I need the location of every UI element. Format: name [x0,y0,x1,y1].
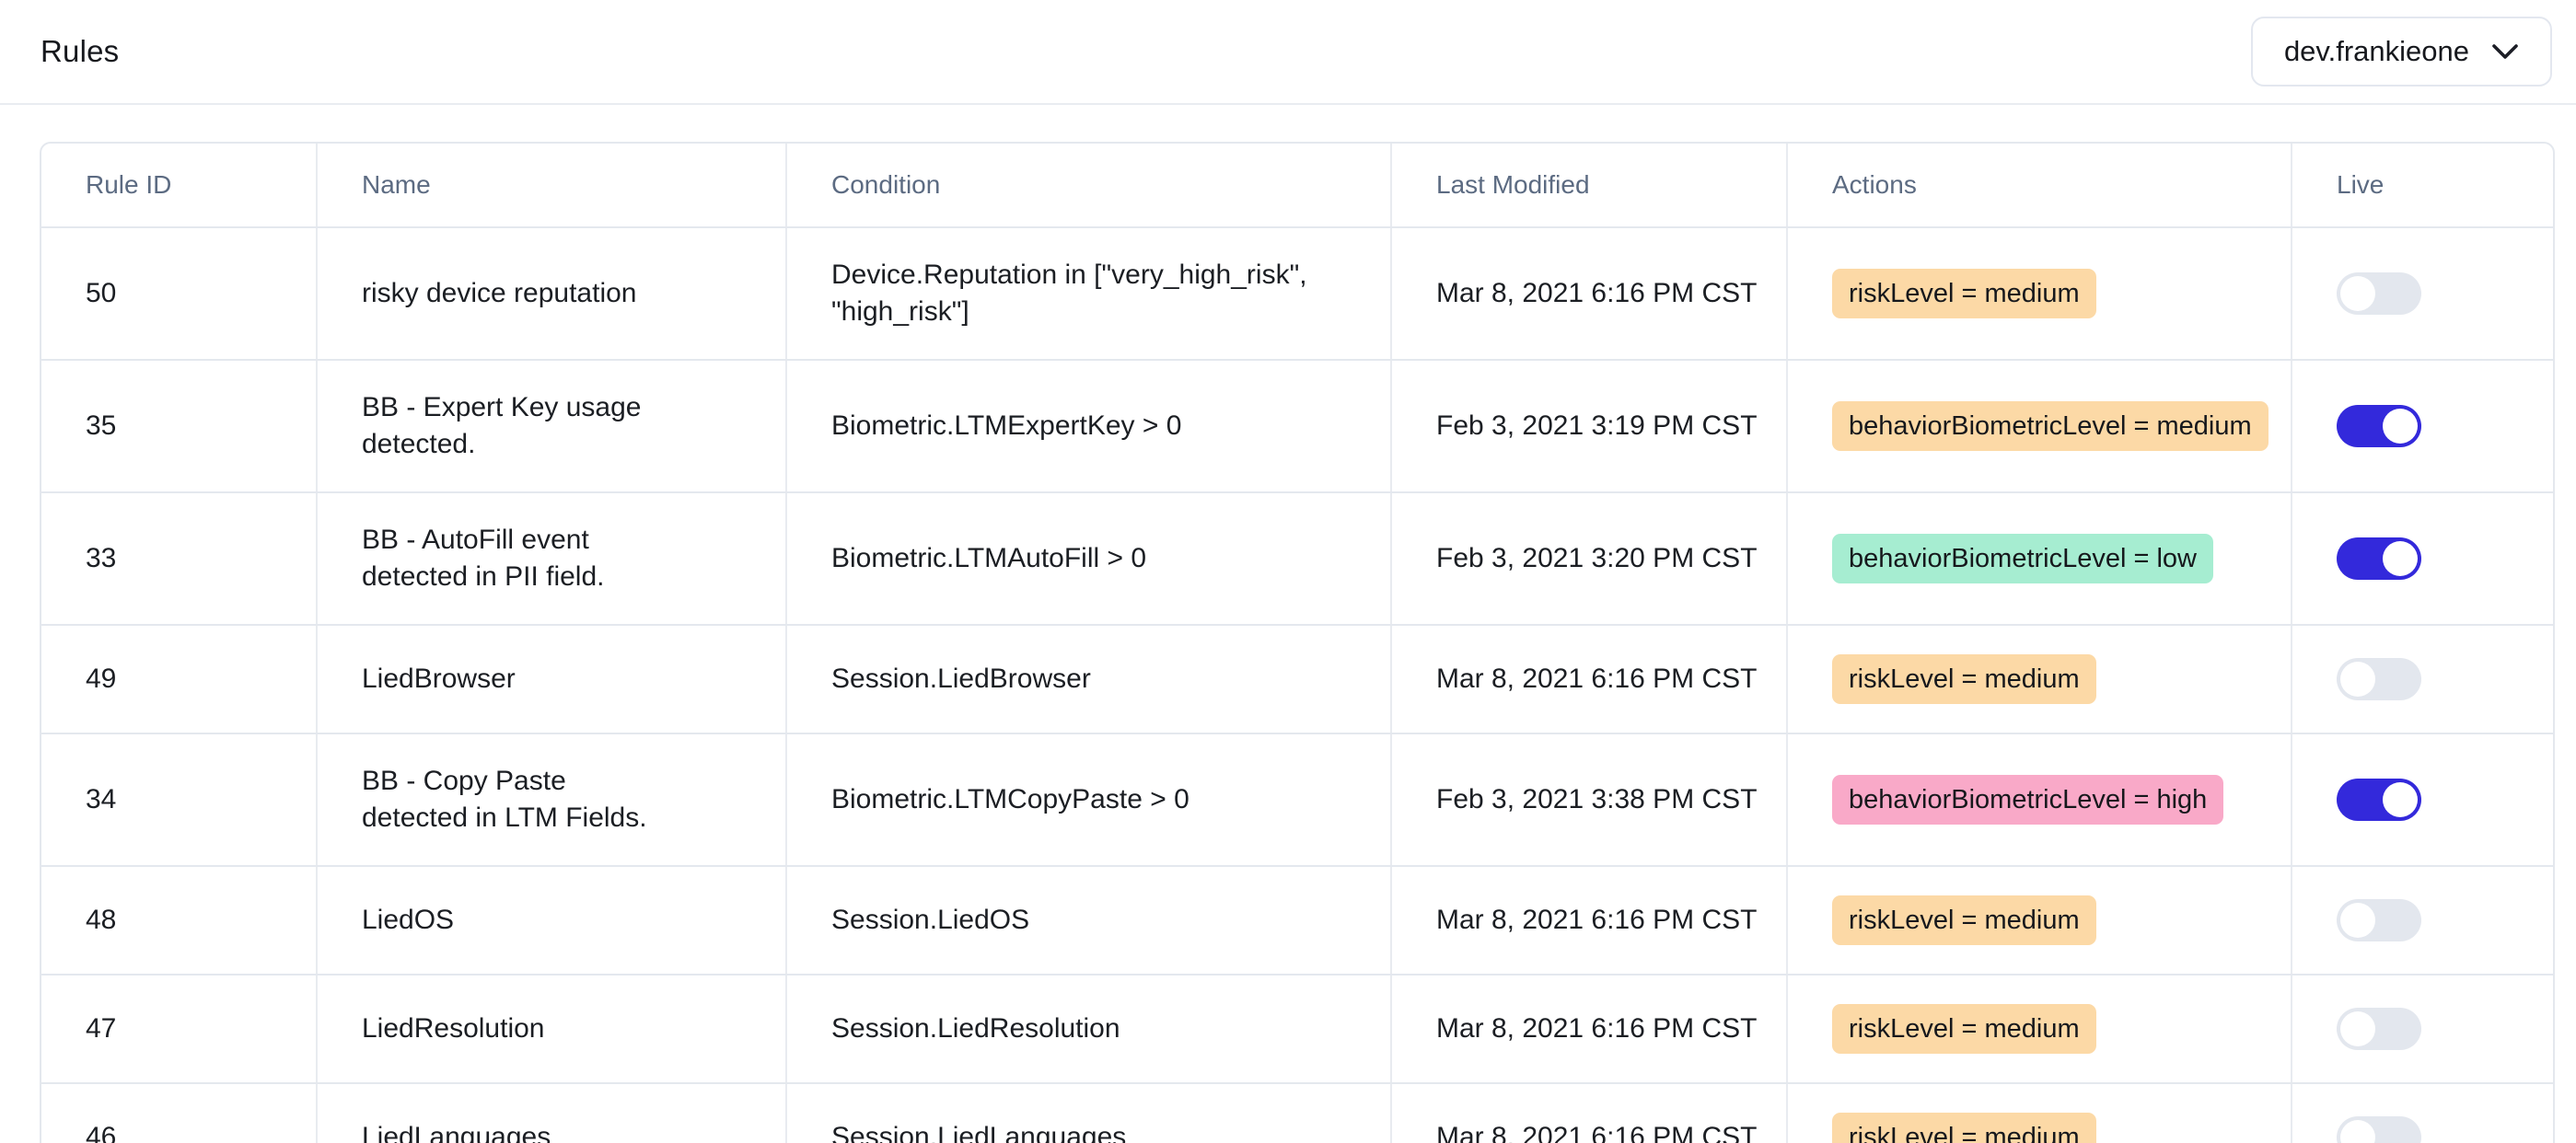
rule-id-cell: 48 [41,867,318,974]
rule-last-modified-cell: Feb 3, 2021 3:20 PM CST [1392,493,1788,624]
rule-id-cell: 46 [41,1084,318,1143]
rule-id-cell: 33 [41,493,318,624]
chevron-down-icon [2491,43,2519,60]
rule-actions-cell: riskLevel = medium [1788,867,2292,974]
rule-last-modified-cell: Feb 3, 2021 3:38 PM CST [1392,734,1788,865]
rule-id-cell: 49 [41,626,318,733]
live-toggle[interactable] [2337,537,2421,580]
rule-condition-cell: Device.Reputation in ["very_high_risk", … [787,228,1392,359]
rule-name-cell: LiedBrowser [318,626,787,733]
rule-condition-cell: Session.LiedOS [787,867,1392,974]
rule-name-cell: BB - Expert Key usage detected. [318,361,787,491]
rule-name-cell: LiedResolution [318,976,787,1082]
column-header-last-modified: Last Modified [1392,144,1788,226]
rule-id-cell: 50 [41,228,318,359]
rule-condition-cell: Biometric.LTMAutoFill > 0 [787,493,1392,624]
live-toggle[interactable] [2337,1116,2421,1143]
rule-name-cell: BB - Copy Paste detected in LTM Fields. [318,734,787,865]
table-row: 33 BB - AutoFill event detected in PII f… [41,493,2553,626]
live-toggle[interactable] [2337,899,2421,941]
rule-condition-cell: Biometric.LTMExpertKey > 0 [787,361,1392,491]
live-toggle[interactable] [2337,1008,2421,1050]
table-row: 47 LiedResolution Session.LiedResolution… [41,976,2553,1084]
action-badge: riskLevel = medium [1832,1004,2096,1054]
environment-selector-label: dev.frankieone [2284,35,2469,68]
toggle-knob [2340,903,2375,938]
column-header-rule-id: Rule ID [41,144,318,226]
action-badge: riskLevel = medium [1832,654,2096,704]
action-badge: behaviorBiometricLevel = medium [1832,401,2269,451]
toggle-knob [2340,1011,2375,1046]
table-row: 49 LiedBrowser Session.LiedBrowser Mar 8… [41,626,2553,734]
column-header-name: Name [318,144,787,226]
rule-last-modified-cell: Mar 8, 2021 6:16 PM CST [1392,626,1788,733]
page-content: Rule IDNameConditionLast ModifiedActions… [0,105,2576,1143]
rule-live-cell [2292,493,2553,624]
live-toggle[interactable] [2337,272,2421,315]
page-title: Rules [41,34,119,69]
rule-last-modified-cell: Mar 8, 2021 6:16 PM CST [1392,976,1788,1082]
rule-id-cell: 35 [41,361,318,491]
rule-name-cell: BB - AutoFill event detected in PII fiel… [318,493,787,624]
rule-actions-cell: riskLevel = medium [1788,228,2292,359]
rule-condition-cell: Session.LiedBrowser [787,626,1392,733]
rule-last-modified-cell: Mar 8, 2021 6:16 PM CST [1392,228,1788,359]
column-header-condition: Condition [787,144,1392,226]
action-badge: riskLevel = medium [1832,1113,2096,1143]
rule-actions-cell: riskLevel = medium [1788,1084,2292,1143]
toggle-knob [2383,541,2418,576]
rule-live-cell [2292,626,2553,733]
toggle-knob [2383,782,2418,817]
rule-name-cell: risky device reputation [318,228,787,359]
table-row: 34 BB - Copy Paste detected in LTM Field… [41,734,2553,867]
top-bar: Rules dev.frankieone [0,0,2576,105]
toggle-knob [2340,662,2375,697]
toggle-knob [2340,276,2375,311]
environment-selector-button[interactable]: dev.frankieone [2251,17,2552,87]
rule-id-cell: 34 [41,734,318,865]
table-row: 46 LiedLanguages Session.LiedLanguages M… [41,1084,2553,1143]
rule-actions-cell: riskLevel = medium [1788,626,2292,733]
rule-name-cell: LiedLanguages [318,1084,787,1143]
rule-condition-cell: Biometric.LTMCopyPaste > 0 [787,734,1392,865]
rule-last-modified-cell: Feb 3, 2021 3:19 PM CST [1392,361,1788,491]
table-header-row: Rule IDNameConditionLast ModifiedActions… [41,144,2553,228]
live-toggle[interactable] [2337,405,2421,447]
rule-actions-cell: riskLevel = medium [1788,976,2292,1082]
live-toggle[interactable] [2337,658,2421,700]
rule-live-cell [2292,228,2553,359]
rules-table: Rule IDNameConditionLast ModifiedActions… [40,142,2555,1143]
action-badge: riskLevel = medium [1832,269,2096,318]
column-header-live: Live [2292,144,2553,226]
rule-last-modified-cell: Mar 8, 2021 6:16 PM CST [1392,867,1788,974]
rule-live-cell [2292,734,2553,865]
rule-live-cell [2292,1084,2553,1143]
rule-name-cell: LiedOS [318,867,787,974]
table-row: 48 LiedOS Session.LiedOS Mar 8, 2021 6:1… [41,867,2553,976]
rule-condition-cell: Session.LiedLanguages [787,1084,1392,1143]
rule-live-cell [2292,976,2553,1082]
rule-live-cell [2292,361,2553,491]
rule-id-cell: 47 [41,976,318,1082]
rule-actions-cell: behaviorBiometricLevel = low [1788,493,2292,624]
toggle-knob [2383,409,2418,444]
action-badge: behaviorBiometricLevel = high [1832,775,2223,825]
rule-condition-cell: Session.LiedResolution [787,976,1392,1082]
table-row: 35 BB - Expert Key usage detected. Biome… [41,361,2553,493]
table-body: 50 risky device reputation Device.Reputa… [41,228,2553,1143]
rule-actions-cell: behaviorBiometricLevel = medium [1788,361,2292,491]
rule-actions-cell: behaviorBiometricLevel = high [1788,734,2292,865]
rule-live-cell [2292,867,2553,974]
rule-last-modified-cell: Mar 8, 2021 6:16 PM CST [1392,1084,1788,1143]
toggle-knob [2340,1120,2375,1143]
action-badge: behaviorBiometricLevel = low [1832,534,2213,583]
live-toggle[interactable] [2337,779,2421,821]
column-header-actions: Actions [1788,144,2292,226]
table-row: 50 risky device reputation Device.Reputa… [41,228,2553,361]
action-badge: riskLevel = medium [1832,895,2096,945]
